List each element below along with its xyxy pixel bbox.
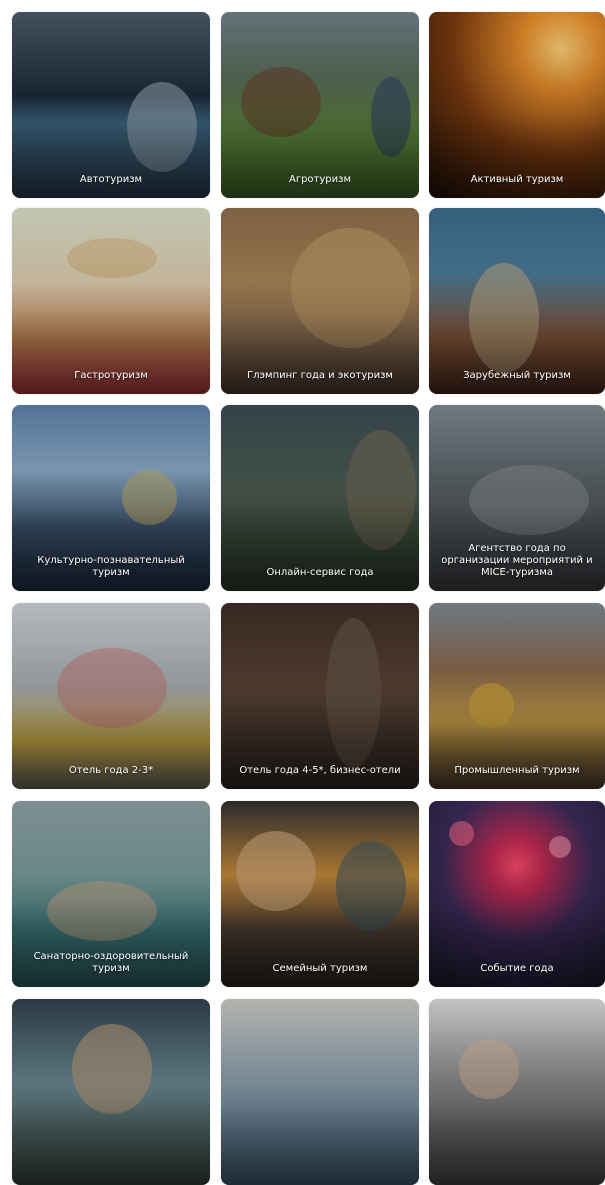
category-card-gastrotourism[interactable]: Гастротуризм <box>12 208 210 394</box>
card-overlay <box>221 405 419 591</box>
category-card-autotourism[interactable]: Автотуризм <box>12 12 210 198</box>
category-grid: Автотуризм Агротуризм Активный туризм Га… <box>0 0 605 1185</box>
card-label: Агротуризм <box>288 174 351 185</box>
card-label: Отель года 4-5*, бизнес-отели <box>239 765 401 776</box>
category-card-glamping[interactable]: Глэмпинг года и экотуризм <box>221 208 419 394</box>
card-overlay <box>221 12 419 198</box>
card-overlay <box>221 801 419 987</box>
card-label: Семейный туризм <box>272 963 368 974</box>
card-overlay <box>221 208 419 394</box>
category-card-event-of-year[interactable]: Событие года <box>429 801 605 987</box>
category-card-agrotourism[interactable]: Агротуризм <box>221 12 419 198</box>
card-overlay <box>429 603 605 789</box>
category-card-cultural-tourism[interactable]: Культурно-познавательный туризм <box>12 405 210 591</box>
card-label: Промышленный туризм <box>454 765 580 776</box>
card-overlay <box>429 999 605 1185</box>
card-label: Агентство года по организации мероприяти… <box>441 543 593 578</box>
card-label: Зарубежный туризм <box>463 370 571 381</box>
card-overlay <box>429 801 605 987</box>
card-overlay <box>429 208 605 394</box>
card-overlay <box>429 12 605 198</box>
category-card-foreign-tourism[interactable]: Зарубежный туризм <box>429 208 605 394</box>
category-card-partial-3[interactable] <box>429 999 605 1185</box>
category-card-hotel-4-5[interactable]: Отель года 4-5*, бизнес-отели <box>221 603 419 789</box>
card-label: Отель года 2-3* <box>68 765 154 776</box>
card-overlay <box>12 603 210 789</box>
category-card-mice-agency[interactable]: Агентство года по организации мероприяти… <box>429 405 605 591</box>
card-label: Активный туризм <box>470 174 564 185</box>
category-card-active-tourism[interactable]: Активный туризм <box>429 12 605 198</box>
card-label: Автотуризм <box>79 174 143 185</box>
category-card-partial-1[interactable] <box>12 999 210 1185</box>
card-overlay <box>221 603 419 789</box>
card-overlay <box>12 999 210 1185</box>
category-card-hotel-2-3[interactable]: Отель года 2-3* <box>12 603 210 789</box>
category-card-sanatorium[interactable]: Санаторно-оздоровительный туризм <box>12 801 210 987</box>
category-card-industrial-tourism[interactable]: Промышленный туризм <box>429 603 605 789</box>
card-label: Событие года <box>480 963 554 974</box>
category-card-online-service[interactable]: Онлайн-сервис года <box>221 405 419 591</box>
card-label: Глэмпинг года и экотуризм <box>247 370 393 381</box>
card-overlay <box>221 999 419 1185</box>
card-overlay <box>12 208 210 394</box>
card-label: Культурно-познавательный туризм <box>37 555 185 578</box>
card-label: Санаторно-оздоровительный туризм <box>33 951 189 974</box>
card-label: Гастротуризм <box>74 370 148 381</box>
card-label: Онлайн-сервис года <box>266 567 374 578</box>
category-card-partial-2[interactable] <box>221 999 419 1185</box>
card-overlay <box>12 12 210 198</box>
category-card-family-tourism[interactable]: Семейный туризм <box>221 801 419 987</box>
